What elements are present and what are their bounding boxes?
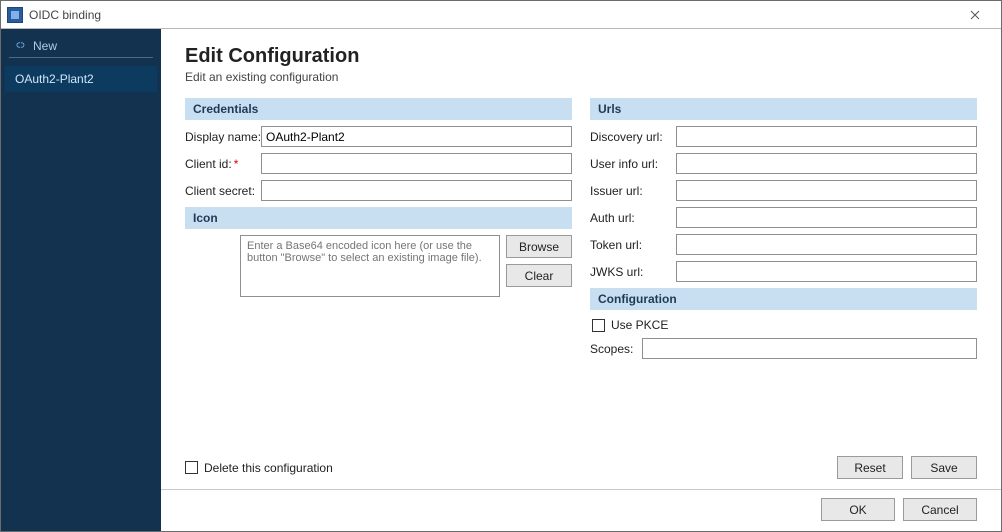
auth-url-input[interactable] xyxy=(676,207,977,228)
sidebar-new-label: New xyxy=(33,39,57,53)
use-pkce-label: Use PKCE xyxy=(611,318,668,332)
section-credentials-header: Credentials xyxy=(185,98,572,120)
page-title: Edit Configuration xyxy=(185,45,977,68)
icon-base64-textarea[interactable] xyxy=(240,235,500,297)
row-jwks-url: JWKS url: xyxy=(590,261,977,282)
window-title: OIDC binding xyxy=(29,8,955,22)
use-pkce-checkbox[interactable] xyxy=(592,319,605,332)
titlebar: OIDC binding xyxy=(1,1,1001,29)
display-name-label: Display name: xyxy=(185,130,261,144)
delete-config-label: Delete this configuration xyxy=(204,461,333,475)
cancel-button[interactable]: Cancel xyxy=(903,498,977,521)
token-url-input[interactable] xyxy=(676,234,977,255)
delete-config-checkbox[interactable] xyxy=(185,461,198,474)
scopes-input[interactable] xyxy=(642,338,977,359)
clear-button[interactable]: Clear xyxy=(506,264,572,287)
section-urls-header: Urls xyxy=(590,98,977,120)
row-auth-url: Auth url: xyxy=(590,207,977,228)
mid-left: Delete this configuration xyxy=(185,461,837,475)
close-icon xyxy=(970,10,980,20)
client-secret-label: Client secret: xyxy=(185,184,261,198)
save-button[interactable]: Save xyxy=(911,456,977,479)
row-scopes: Scopes: xyxy=(590,338,977,359)
section-config-header: Configuration xyxy=(590,288,977,310)
section-icon-header: Icon xyxy=(185,207,572,229)
sidebar-new-link[interactable]: New xyxy=(9,35,153,58)
content: Edit Configuration Edit an existing conf… xyxy=(161,29,1001,450)
column-right: Urls Discovery url: User info url: Issue… xyxy=(590,98,977,365)
mid-right: Reset Save xyxy=(837,456,977,479)
row-client-id: Client id:* xyxy=(185,153,572,174)
scopes-label: Scopes: xyxy=(590,342,642,356)
app-icon xyxy=(7,7,23,23)
icon-buttons: Browse Clear xyxy=(506,235,572,287)
userinfo-url-input[interactable] xyxy=(676,153,977,174)
discovery-url-input[interactable] xyxy=(676,126,977,147)
issuer-url-label: Issuer url: xyxy=(590,184,676,198)
reset-button[interactable]: Reset xyxy=(837,456,903,479)
row-icon: Browse Clear xyxy=(185,235,572,297)
link-icon xyxy=(13,38,27,52)
browse-button[interactable]: Browse xyxy=(506,235,572,258)
mid-action-bar: Delete this configuration Reset Save xyxy=(161,450,1001,489)
required-marker: * xyxy=(234,157,239,171)
client-secret-input[interactable] xyxy=(261,180,572,201)
jwks-url-label: JWKS url: xyxy=(590,265,676,279)
jwks-url-input[interactable] xyxy=(676,261,977,282)
ok-button[interactable]: OK xyxy=(821,498,895,521)
discovery-url-label: Discovery url: xyxy=(590,130,676,144)
columns: Credentials Display name: Client id:* Cl… xyxy=(185,98,977,365)
sidebar-item-oauth2-plant2[interactable]: OAuth2-Plant2 xyxy=(5,66,157,92)
display-name-input[interactable] xyxy=(261,126,572,147)
row-client-secret: Client secret: xyxy=(185,180,572,201)
footer: OK Cancel xyxy=(161,489,1001,531)
dialog-window: OIDC binding New OAuth2-Plant2 Edit Conf… xyxy=(0,0,1002,532)
userinfo-url-label: User info url: xyxy=(590,157,676,171)
client-id-label: Client id:* xyxy=(185,157,261,171)
icon-row: Browse Clear xyxy=(240,235,572,297)
row-discovery-url: Discovery url: xyxy=(590,126,977,147)
sidebar-item-label: OAuth2-Plant2 xyxy=(15,72,94,86)
auth-url-label: Auth url: xyxy=(590,211,676,225)
window-close-button[interactable] xyxy=(955,3,995,27)
column-left: Credentials Display name: Client id:* Cl… xyxy=(185,98,572,365)
token-url-label: Token url: xyxy=(590,238,676,252)
client-id-input[interactable] xyxy=(261,153,572,174)
page-subtitle: Edit an existing configuration xyxy=(185,70,977,84)
row-token-url: Token url: xyxy=(590,234,977,255)
row-display-name: Display name: xyxy=(185,126,572,147)
row-issuer-url: Issuer url: xyxy=(590,180,977,201)
sidebar: New OAuth2-Plant2 xyxy=(1,29,161,531)
row-userinfo-url: User info url: xyxy=(590,153,977,174)
main: Edit Configuration Edit an existing conf… xyxy=(161,29,1001,531)
row-use-pkce[interactable]: Use PKCE xyxy=(590,316,977,338)
body: New OAuth2-Plant2 Edit Configuration Edi… xyxy=(1,29,1001,531)
issuer-url-input[interactable] xyxy=(676,180,977,201)
